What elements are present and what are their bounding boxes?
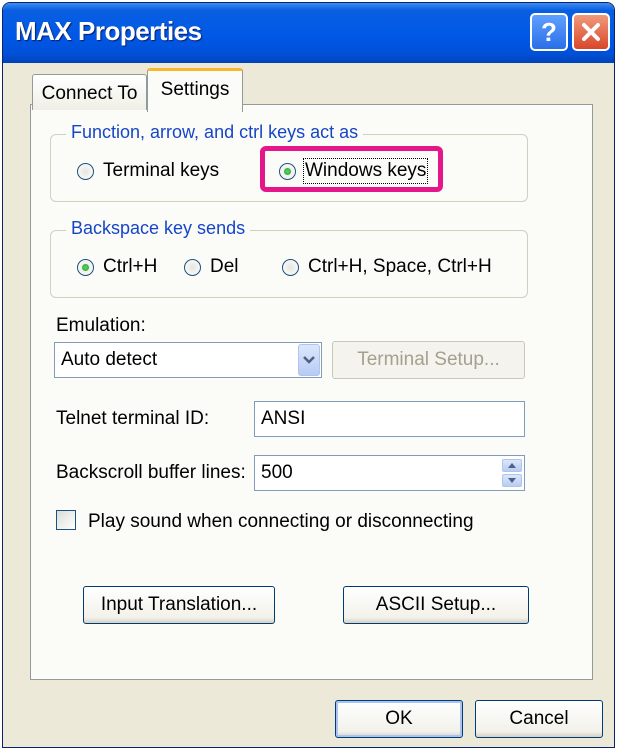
window-title: MAX Properties (15, 16, 202, 46)
radio-terminal-keys-label: Terminal keys (103, 160, 220, 181)
radio-circle (184, 258, 201, 276)
spin-up-button[interactable] (502, 459, 522, 472)
radio-terminal-keys[interactable]: Terminal keys (77, 160, 219, 182)
terminal-setup-button[interactable]: Terminal Setup... (332, 341, 525, 379)
tab-settings[interactable]: Settings (147, 68, 243, 112)
backscroll-value: 500 (261, 462, 293, 483)
emulation-label: Emulation: (56, 315, 146, 336)
keys-group-legend: Function, arrow, and ctrl keys act as (66, 122, 364, 143)
dropdown-arrow-button[interactable] (298, 344, 320, 376)
backscroll-spinner[interactable] (502, 458, 522, 488)
chevron-down-icon (303, 355, 315, 364)
tab-connect-to[interactable]: Connect To (32, 74, 147, 110)
radio-ctrl-h[interactable]: Ctrl+H (77, 256, 157, 278)
backscroll-input[interactable]: 500 (254, 455, 525, 491)
telnet-id-input[interactable]: ANSI (254, 401, 525, 437)
radio-circle (77, 162, 94, 180)
chevron-down-icon (508, 478, 516, 483)
emulation-dropdown[interactable]: Auto detect (54, 342, 322, 378)
radio-ctrl-h-space-label: Ctrl+H, Space, Ctrl+H (308, 256, 492, 277)
spin-down-button[interactable] (502, 474, 522, 487)
play-sound-label: Play sound when connecting or disconnect… (88, 511, 474, 532)
radio-circle-selected (77, 258, 94, 276)
help-button[interactable]: ? (530, 13, 568, 51)
cancel-button[interactable]: Cancel (475, 700, 603, 738)
radio-del[interactable]: Del (184, 256, 239, 278)
highlight-annotation (260, 146, 443, 192)
radio-circle (282, 258, 299, 276)
help-icon: ? (541, 16, 557, 47)
close-button[interactable] (572, 13, 610, 51)
radio-ctrl-h-space[interactable]: Ctrl+H, Space, Ctrl+H (282, 256, 492, 278)
backspace-group-legend: Backspace key sends (66, 218, 251, 239)
ascii-setup-button[interactable]: ASCII Setup... (343, 586, 529, 624)
ok-button[interactable]: OK (335, 700, 463, 738)
emulation-value: Auto detect (61, 349, 158, 370)
input-translation-button[interactable]: Input Translation... (83, 586, 275, 624)
title-bar[interactable]: MAX Properties ? (3, 3, 614, 63)
radio-del-label: Del (210, 256, 239, 277)
chevron-up-icon (508, 463, 516, 468)
backscroll-label: Backscroll buffer lines: (56, 462, 246, 483)
radio-ctrl-h-label: Ctrl+H (103, 256, 158, 277)
telnet-label: Telnet terminal ID: (56, 408, 210, 429)
play-sound-checkbox[interactable] (56, 510, 76, 530)
close-icon (582, 23, 600, 41)
